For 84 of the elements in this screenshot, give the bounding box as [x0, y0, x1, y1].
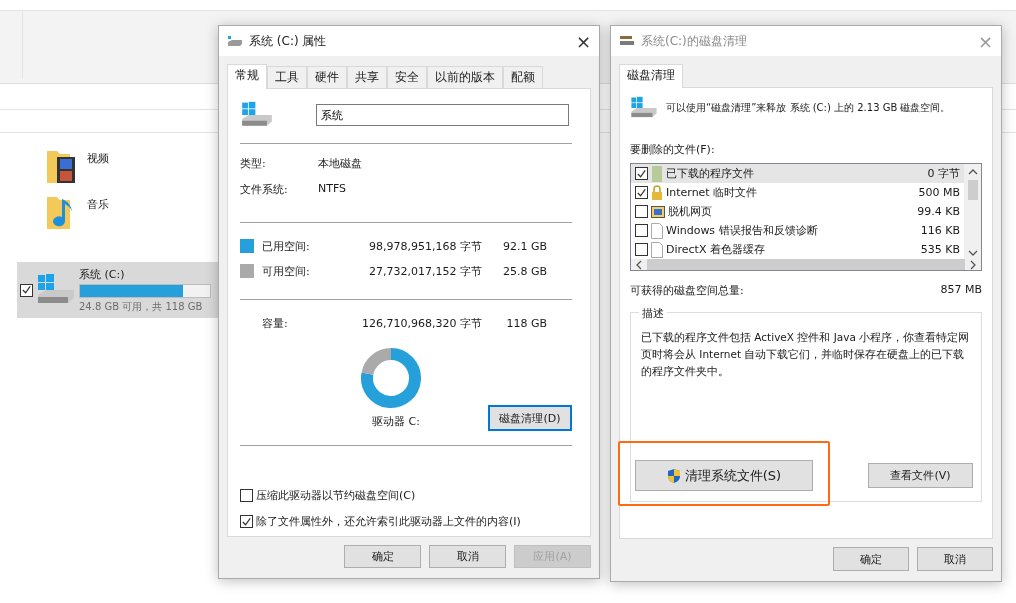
- total-label: 可获得的磁盘空间总量:: [630, 283, 744, 298]
- checkbox[interactable]: [635, 186, 648, 199]
- file-icon: [651, 222, 663, 239]
- byte-count: 27,732,017,152 字节: [368, 263, 482, 279]
- checkbox-label[interactable]: 除了文件属性外，还允许索引此驱动器上文件的内容(I): [256, 514, 521, 529]
- space-label: 可用空间:: [262, 263, 311, 279]
- file-name: Internet 临时文件: [666, 185, 759, 200]
- file-size: 500 MB: [918, 186, 960, 199]
- list-item[interactable]: 已下载的程序文件 0 字节: [631, 164, 964, 183]
- tab[interactable]: 安全: [387, 66, 427, 88]
- description-text: 已下载的程序文件包括 ActiveX 控件和 Java 小程序，你查看特定网页时将会从 Internet 自动下载它们，并临时保存在硬盘上的已下载的程序文件夹中。: [641, 330, 971, 379]
- checkbox[interactable]: [635, 167, 648, 180]
- drive-icon: [619, 35, 635, 47]
- file-size: 99.4 KB: [917, 205, 960, 218]
- drive-label: 驱动器 C:: [372, 414, 421, 429]
- dialog-button[interactable]: 取消: [917, 547, 993, 571]
- file-icon: [651, 241, 663, 258]
- webpage-icon: [651, 204, 665, 219]
- checkbox[interactable]: [240, 515, 253, 528]
- scroll-down-icon[interactable]: [967, 249, 978, 257]
- drive-info: 24.8 GB 可用，共 118 GB: [79, 299, 204, 314]
- field-value: NTFS: [318, 182, 347, 197]
- scrollbar[interactable]: [964, 164, 981, 259]
- scroll-left-icon[interactable]: [635, 259, 643, 270]
- file-name: 已下载的程序文件: [666, 166, 755, 181]
- checkbox-label[interactable]: 压缩此驱动器以节约磁盘空间(C): [256, 488, 416, 503]
- folder-label[interactable]: 视频: [87, 151, 109, 166]
- file-size: 116 KB: [920, 224, 960, 237]
- scroll-right-icon[interactable]: [969, 259, 977, 270]
- dialog-button[interactable]: 确定: [833, 547, 909, 571]
- file-name: 脱机网页: [668, 204, 713, 219]
- size-value: 118 GB: [505, 316, 547, 330]
- drive-icon: [630, 96, 658, 120]
- tab[interactable]: 以前的版本: [427, 66, 503, 88]
- window-title: 系统(C:)的磁盘清理: [641, 32, 748, 50]
- dialog-button[interactable]: 取消: [429, 545, 506, 568]
- lock-icon: [651, 184, 663, 201]
- byte-count: 126,710,968,320 字节: [361, 315, 482, 331]
- tab[interactable]: 工具: [267, 66, 307, 88]
- checkbox[interactable]: [20, 283, 33, 297]
- field-label: 文件系统:: [240, 182, 289, 197]
- intro-text: 可以使用“磁盘清理”来释放 系统 (C:) 上的 2.13 GB 磁盘空间。: [666, 101, 951, 115]
- total-value: 857 MB: [940, 283, 982, 298]
- file-name: DirectX 着色器缓存: [666, 242, 766, 257]
- size-value: 92.1 GB: [501, 239, 547, 253]
- field-value: 本地磁盘: [318, 156, 362, 171]
- disk-cleanup-button[interactable]: 磁盘清理(D): [488, 405, 572, 431]
- file-name: Windows 错误报告和反馈诊断: [666, 223, 819, 238]
- field-label: 类型:: [240, 156, 267, 171]
- name-field[interactable]: 系统: [316, 104, 569, 126]
- usage-donut: [360, 347, 422, 409]
- scroll-thumb[interactable]: [967, 180, 978, 200]
- clean-system-files-button[interactable]: 清理系统文件(S): [635, 460, 813, 491]
- file-size: 0 字节: [927, 166, 960, 181]
- tab[interactable]: 磁盘清理: [619, 64, 683, 88]
- close-button[interactable]: ×: [575, 30, 591, 52]
- dialog-button[interactable]: 确定: [344, 545, 421, 568]
- scroll-up-icon[interactable]: [967, 168, 978, 176]
- tab[interactable]: 硬件: [307, 66, 347, 88]
- drive-icon: [227, 35, 243, 47]
- tab[interactable]: 配额: [503, 66, 543, 88]
- group-title: 描述: [639, 306, 667, 321]
- byte-count: 98,978,951,168 字节: [368, 238, 482, 254]
- list-item[interactable]: Windows 错误报告和反馈诊断 116 KB: [631, 221, 964, 240]
- checkbox[interactable]: [635, 205, 648, 218]
- drive-name: 系统 (C:): [79, 266, 126, 282]
- capacity-label: 容量:: [262, 315, 289, 331]
- list-item[interactable]: DirectX 着色器缓存 535 KB: [631, 240, 964, 259]
- window-title: 系统 (C:) 属性: [249, 32, 328, 50]
- checkbox[interactable]: [635, 243, 648, 256]
- checkbox[interactable]: [240, 489, 253, 502]
- tab[interactable]: 常规: [227, 64, 267, 89]
- size-value: 25.8 GB: [501, 264, 547, 278]
- files-label: 要删除的文件(F):: [630, 142, 716, 157]
- list-item[interactable]: 脱机网页 99.4 KB: [631, 202, 964, 221]
- view-files-button[interactable]: 查看文件(V): [868, 463, 973, 488]
- folder-label[interactable]: 音乐: [87, 197, 109, 212]
- space-label: 已用空间:: [262, 238, 311, 254]
- tab[interactable]: 共享: [347, 66, 387, 88]
- list-item[interactable]: Internet 临时文件 500 MB: [631, 183, 964, 202]
- file-size: 535 KB: [920, 243, 960, 256]
- checkbox[interactable]: [635, 224, 648, 237]
- drive-icon: [240, 101, 274, 129]
- shield-icon: [666, 467, 681, 484]
